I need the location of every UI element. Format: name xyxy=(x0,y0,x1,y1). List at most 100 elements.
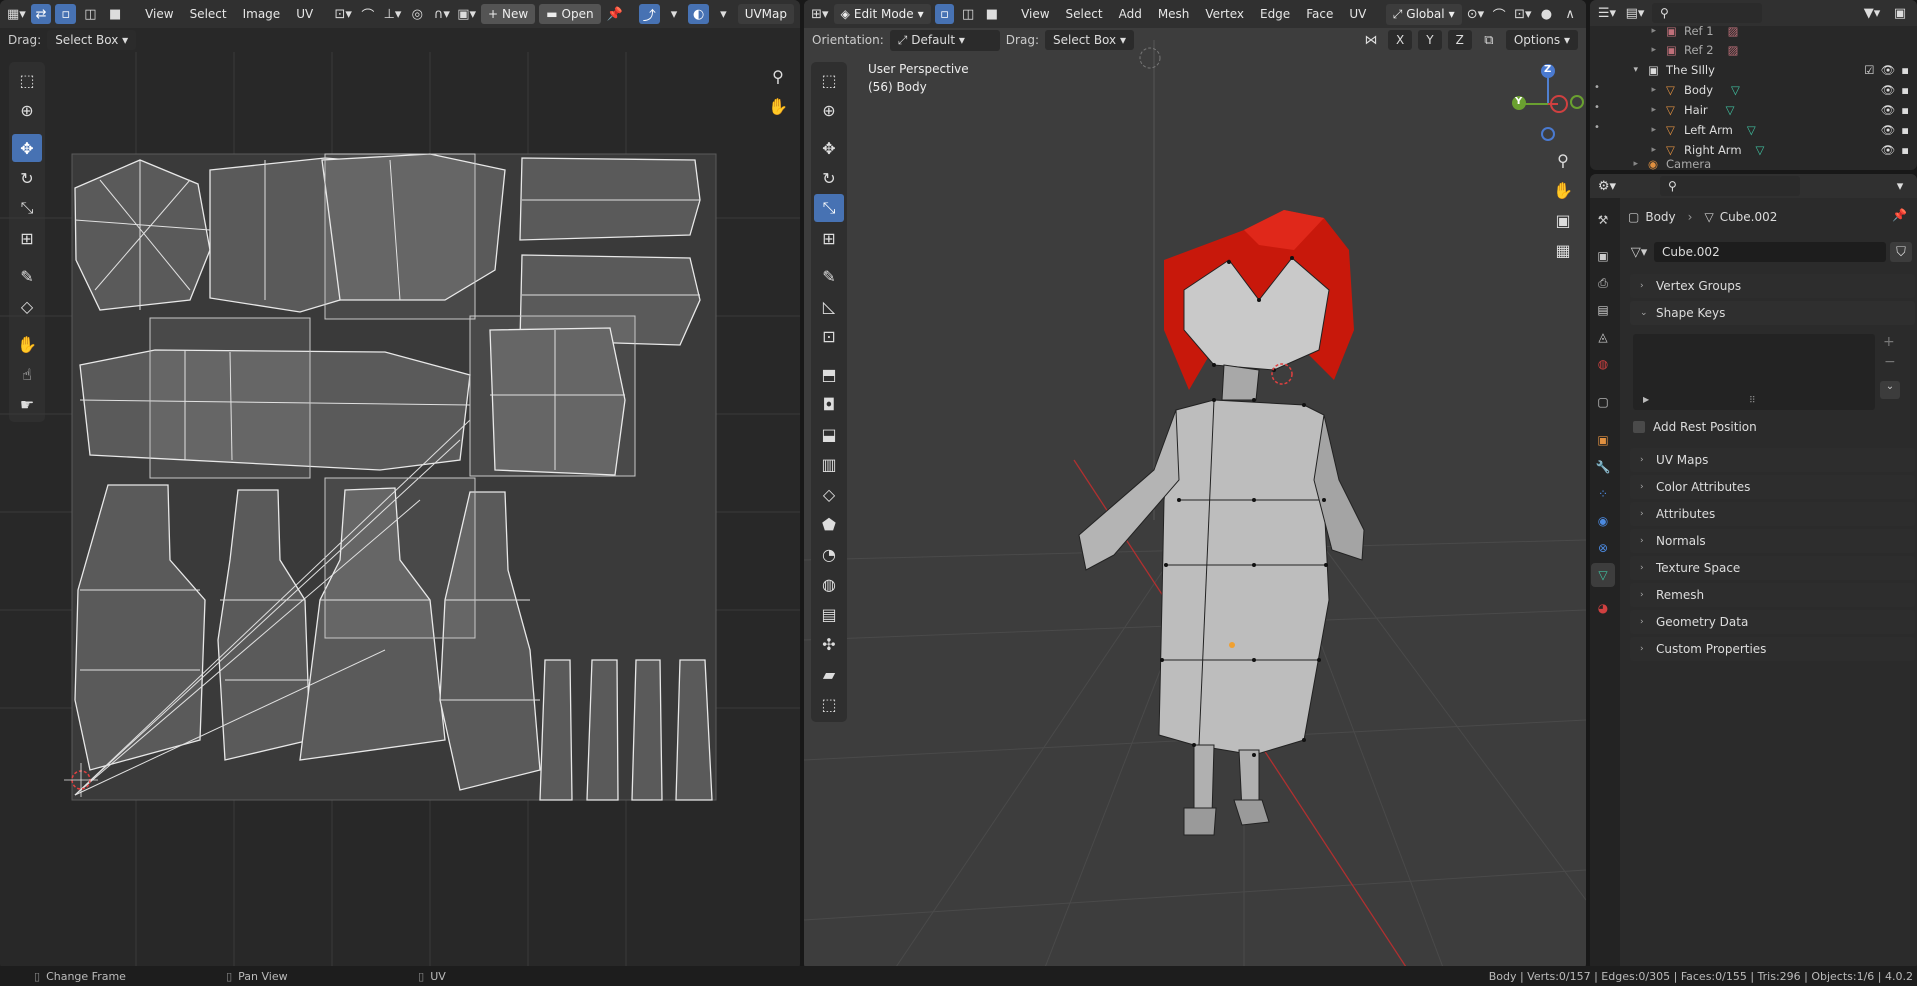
editor-type-icon[interactable]: ⚙▾ xyxy=(1596,176,1618,196)
panel-shape-keys[interactable]: ⌄ Shape Keys xyxy=(1630,301,1915,325)
select-tool-icon[interactable]: ⬚ xyxy=(814,66,844,94)
pin-icon[interactable]: 📌 xyxy=(1892,208,1907,222)
viewport-scene[interactable] xyxy=(804,0,1586,970)
output-tab-icon[interactable]: ⎙ xyxy=(1591,271,1615,295)
physics-tab-icon[interactable]: ◉ xyxy=(1591,509,1615,533)
gizmo-toggle-icon[interactable]: ⤴ xyxy=(638,4,660,24)
properties-search[interactable]: ⚲ xyxy=(1660,176,1800,196)
autoMerge-icon[interactable]: ⧉ xyxy=(1478,30,1500,50)
camera-render-icon[interactable]: ▪ xyxy=(1901,63,1909,77)
menu-uv[interactable]: UV xyxy=(1343,4,1372,24)
eye-icon[interactable]: 👁 xyxy=(1881,83,1896,97)
filter-icon[interactable]: ▼▾ xyxy=(1861,3,1883,23)
snap-target-icon[interactable]: ⊥▾ xyxy=(382,4,403,24)
list-filter-toggle-icon[interactable]: ▶ xyxy=(1643,395,1649,404)
checkbox-icon[interactable]: ☑ xyxy=(1864,63,1874,77)
rotate-tool-icon[interactable]: ↻ xyxy=(12,164,42,192)
outliner-row-camera[interactable]: ▸ ◉ Camera xyxy=(1592,158,1915,170)
face-select-icon[interactable]: ■ xyxy=(105,4,126,24)
panel-custom-properties[interactable]: › Custom Properties xyxy=(1630,637,1915,661)
image-browse-icon[interactable]: ▣▾ xyxy=(456,4,477,24)
outliner-row-body[interactable]: ▸ ▽ Body ▽ 👁 ▪ xyxy=(1592,80,1915,100)
scale-tool-icon[interactable]: ⤡ xyxy=(814,194,844,222)
camera-render-icon[interactable]: ▪ xyxy=(1901,143,1909,157)
eye-icon[interactable]: 👁 xyxy=(1881,63,1896,77)
menu-view[interactable]: View xyxy=(1015,4,1055,24)
shape-keys-list[interactable]: ▶ ⠿ xyxy=(1633,334,1875,410)
editor-type-icon[interactable]: ☰▾ xyxy=(1596,3,1618,23)
menu-select[interactable]: Select xyxy=(1060,4,1109,24)
menu-mesh[interactable]: Mesh xyxy=(1152,4,1196,24)
panel-vertex-groups[interactable]: › Vertex Groups xyxy=(1630,274,1915,298)
chevron-down-icon[interactable]: ▾ xyxy=(1889,176,1911,196)
edge-select-icon[interactable]: ◫ xyxy=(80,4,101,24)
falloff-icon[interactable]: ∧ xyxy=(1560,4,1580,24)
collection-tab-icon[interactable]: ▢ xyxy=(1591,390,1615,414)
drag-select-dropdown[interactable]: Select Box ▾ xyxy=(1044,30,1134,50)
material-tab-icon[interactable]: ◕ xyxy=(1591,596,1615,620)
shrink-fatten-tool-icon[interactable]: ✣ xyxy=(814,630,844,658)
proportional-edit-icon[interactable]: ● xyxy=(1537,4,1557,24)
scale-tool-icon[interactable]: ⤡ xyxy=(12,194,42,222)
overlay-dropdown-icon[interactable]: ▾ xyxy=(713,4,734,24)
vertex-select-icon[interactable]: ▫ xyxy=(55,4,77,24)
eye-icon[interactable]: 👁 xyxy=(1881,103,1896,117)
mode-dropdown[interactable]: ◈ Edit Mode ▾ xyxy=(833,4,931,24)
mesh-name-field[interactable]: Cube.002 xyxy=(1654,242,1886,262)
transform-tool-icon[interactable]: ⊞ xyxy=(12,224,42,252)
spin-tool-icon[interactable]: ◔ xyxy=(814,540,844,568)
panel-remesh[interactable]: › Remesh xyxy=(1630,583,1915,607)
camera-render-icon[interactable]: ▪ xyxy=(1901,83,1909,97)
pinch-tool-icon[interactable]: ☛ xyxy=(12,390,42,418)
add-shape-key-button[interactable]: + xyxy=(1883,334,1895,350)
mirror-icon[interactable]: ⋈ xyxy=(1360,30,1382,50)
edge-slide-tool-icon[interactable]: ▤ xyxy=(814,600,844,628)
menu-face[interactable]: Face xyxy=(1300,4,1339,24)
vertex-select-icon[interactable]: ▫ xyxy=(934,4,955,24)
falloff-icon[interactable]: ∩▾ xyxy=(432,4,453,24)
bevel-tool-icon[interactable]: ⬓ xyxy=(814,420,844,448)
outliner-row-ref1[interactable]: ▸ ▣ Ref 1 ▨ xyxy=(1592,21,1915,41)
drag-select-dropdown[interactable]: Select Box ▾ xyxy=(47,30,137,50)
shear-tool-icon[interactable]: ▰ xyxy=(814,660,844,688)
shape-key-specials-button[interactable]: ⌄ xyxy=(1880,381,1900,399)
cursor-tool-icon[interactable]: ⊕ xyxy=(814,96,844,124)
outliner-row-ref2[interactable]: ▸ ▣ Ref 2 ▨ xyxy=(1592,40,1915,60)
cursor-tool-icon[interactable]: ⊕ xyxy=(12,96,42,124)
zoom-icon[interactable]: ⚲ xyxy=(1548,146,1578,174)
menu-uv[interactable]: UV xyxy=(290,4,319,24)
move-tool-icon[interactable]: ✥ xyxy=(12,134,42,162)
extrude-tool-icon[interactable]: ⬒ xyxy=(814,360,844,388)
remove-shape-key-button[interactable]: − xyxy=(1884,354,1896,370)
add-cube-tool-icon[interactable]: ⊡ xyxy=(814,322,844,350)
zoom-icon[interactable]: ⚲ xyxy=(763,62,793,90)
view-layer-tab-icon[interactable]: ▤ xyxy=(1591,298,1615,322)
render-tab-icon[interactable]: ▣ xyxy=(1591,244,1615,268)
pivot-icon[interactable]: ⊙▾ xyxy=(1466,4,1486,24)
particles-tab-icon[interactable]: ⁘ xyxy=(1591,482,1615,506)
proportional-edit-icon[interactable]: ◎ xyxy=(407,4,428,24)
panel-attributes[interactable]: › Attributes xyxy=(1630,502,1915,526)
pin-icon[interactable]: 📌 xyxy=(605,4,626,24)
menu-add[interactable]: Add xyxy=(1113,4,1148,24)
move-tool-icon[interactable]: ✥ xyxy=(814,134,844,162)
panel-geometry-data[interactable]: › Geometry Data xyxy=(1630,610,1915,634)
eye-icon[interactable]: 👁 xyxy=(1881,143,1896,157)
camera-render-icon[interactable]: ▪ xyxy=(1901,103,1909,117)
mesh-data-tab-icon[interactable]: ▽ xyxy=(1591,563,1615,587)
outliner-row-left-arm[interactable]: ▸ ▽ Left Arm ▽ 👁 ▪ xyxy=(1592,120,1915,140)
outliner-row-collection[interactable]: ▾ ▣ The SIlly ☑ 👁 ▪ xyxy=(1592,60,1915,80)
snap-target-icon[interactable]: ⊡▾ xyxy=(1513,4,1533,24)
transform-orientation-dropdown[interactable]: ⤢ Global ▾ xyxy=(1385,3,1462,25)
snap-icon[interactable]: ⌒ xyxy=(1489,4,1509,24)
open-image-button[interactable]: ▬ Open xyxy=(539,4,601,24)
face-select-icon[interactable]: ■ xyxy=(982,4,1002,24)
panel-normals[interactable]: › Normals xyxy=(1630,529,1915,553)
new-image-button[interactable]: + New xyxy=(480,4,536,24)
menu-select[interactable]: Select xyxy=(184,4,233,24)
pan-hand-icon[interactable]: ✋ xyxy=(1548,176,1578,204)
checkbox[interactable] xyxy=(1633,421,1645,433)
smooth-tool-icon[interactable]: ◍ xyxy=(814,570,844,598)
panel-texture-space[interactable]: › Texture Space xyxy=(1630,556,1915,580)
add-rest-position-row[interactable]: Add Rest Position xyxy=(1633,420,1757,434)
